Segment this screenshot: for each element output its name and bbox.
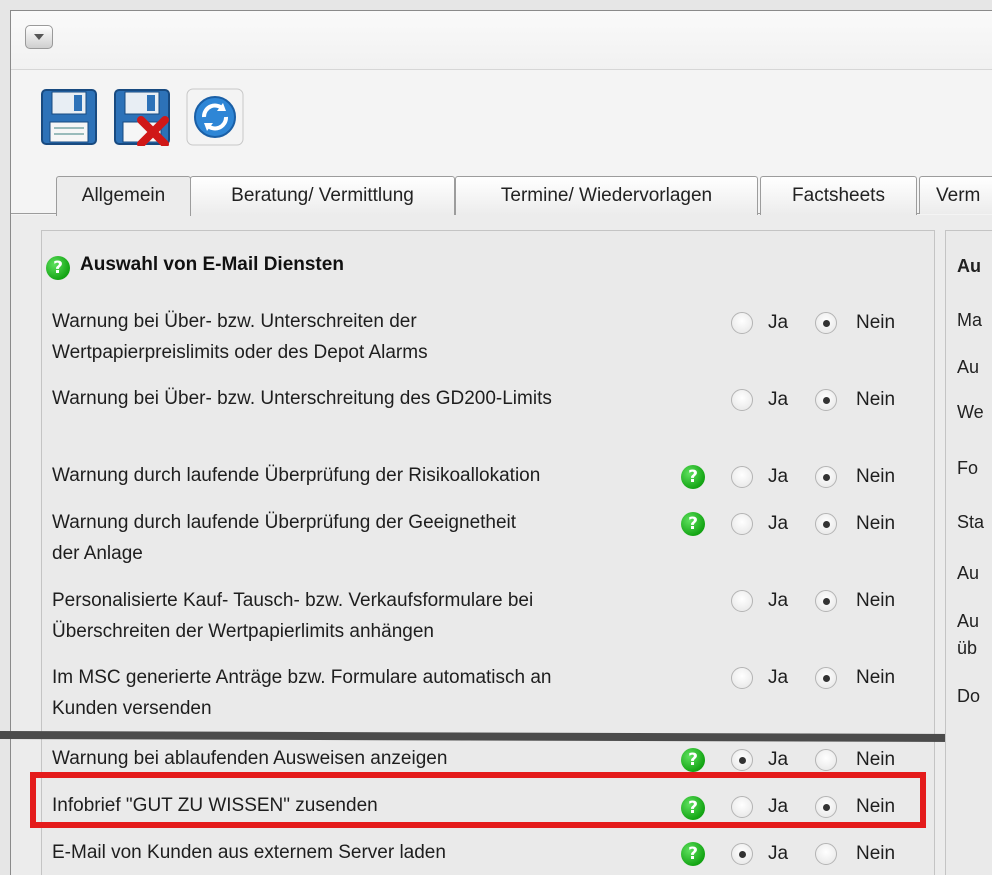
row-3-label: Warnung durch laufende Überprüfung der R… bbox=[52, 460, 540, 491]
row-6-nein-label: Nein bbox=[856, 667, 896, 688]
row-4-ja-radio[interactable] bbox=[731, 513, 753, 535]
tab-factsheets[interactable]: Factsheets bbox=[760, 176, 917, 215]
row-1-line-2: Wertpapierpreislimits oder des Depot Ala… bbox=[52, 342, 428, 363]
row-2-nein-label: Nein bbox=[856, 389, 896, 410]
help-icon[interactable]: ? bbox=[681, 512, 705, 536]
refresh-button[interactable] bbox=[186, 88, 244, 146]
row-5-ja-label: Ja bbox=[768, 590, 789, 611]
right-panel-item: Sta bbox=[957, 512, 985, 532]
row-5-label: Personalisierte Kauf- Tausch- bzw. Verka… bbox=[52, 585, 533, 647]
row-7-nein-label: Nein bbox=[856, 749, 896, 770]
row-1-ja-label: Ja bbox=[768, 312, 789, 333]
row-1-nein-radio[interactable] bbox=[815, 312, 837, 334]
row-4-label: Warnung durch laufende Überprüfung der G… bbox=[52, 507, 516, 569]
right-panel-item: Au bbox=[957, 357, 980, 377]
right-panel-item: Ma bbox=[957, 310, 983, 330]
title-bar bbox=[11, 11, 992, 70]
row-2-ja-radio[interactable] bbox=[731, 389, 753, 411]
row-5-line-2: Überschreiten der Wertpapierlimits anhän… bbox=[52, 621, 434, 642]
help-icon[interactable]: ? bbox=[681, 842, 705, 866]
row-1-line-1: Warnung bei Über- bzw. Unterschreiten de… bbox=[52, 311, 417, 332]
row-9-nein-label: Nein bbox=[856, 843, 896, 864]
tab-allgemein[interactable]: Allgemein bbox=[56, 176, 191, 216]
tab-verm[interactable]: Verm bbox=[919, 176, 992, 214]
row-2-ja-label: Ja bbox=[768, 389, 789, 410]
row-4-nein-label: Nein bbox=[856, 513, 896, 534]
row-6-nein-radio[interactable] bbox=[815, 667, 837, 689]
row-6-line-2: Kunden versenden bbox=[52, 698, 212, 719]
row-7-ja-label: Ja bbox=[768, 749, 789, 770]
section-title: Auswahl von E-Mail Diensten bbox=[80, 254, 344, 275]
right-panel-item: üb bbox=[957, 638, 978, 658]
row-7-ja-radio[interactable] bbox=[731, 749, 753, 771]
row-5-nein-radio[interactable] bbox=[815, 590, 837, 612]
window-menu-button[interactable] bbox=[25, 25, 53, 49]
row-6-line-1: Im MSC generierte Anträge bzw. Formulare… bbox=[52, 667, 552, 688]
highlight-box bbox=[30, 772, 926, 828]
row-3-nein-label: Nein bbox=[856, 466, 896, 487]
save-and-close-button[interactable] bbox=[113, 88, 171, 148]
row-9-label: E-Mail von Kunden aus externem Server la… bbox=[52, 837, 446, 868]
row-6-ja-label: Ja bbox=[768, 667, 789, 688]
save-icon bbox=[41, 89, 97, 145]
row-4-ja-label: Ja bbox=[768, 513, 789, 534]
row-1-ja-radio[interactable] bbox=[731, 312, 753, 334]
row-5-line-1: Personalisierte Kauf- Tausch- bzw. Verka… bbox=[52, 590, 534, 611]
row-3-nein-radio[interactable] bbox=[815, 466, 837, 488]
row-1-label: Warnung bei Über- bzw. Unterschreiten de… bbox=[52, 306, 428, 368]
row-9-nein-radio[interactable] bbox=[815, 843, 837, 865]
row-1-nein-label: Nein bbox=[856, 312, 896, 333]
row-5-nein-label: Nein bbox=[856, 590, 896, 611]
row-4-nein-radio[interactable] bbox=[815, 513, 837, 535]
right-panel-item: Au bbox=[957, 563, 980, 583]
row-2-nein-radio[interactable] bbox=[815, 389, 837, 411]
row-3-ja-radio[interactable] bbox=[731, 466, 753, 488]
chevron-down-icon bbox=[34, 34, 44, 40]
right-panel-item: Fo bbox=[957, 458, 979, 478]
help-icon[interactable]: ? bbox=[681, 465, 705, 489]
tab-baseline-left bbox=[11, 213, 56, 214]
row-6-label: Im MSC generierte Anträge bzw. Formulare… bbox=[52, 662, 552, 724]
right-panel-item: Au bbox=[957, 611, 980, 631]
save-button[interactable] bbox=[40, 88, 98, 146]
row-9-line-1: E-Mail von Kunden aus externem Server la… bbox=[52, 842, 446, 863]
right-panel-title: Au bbox=[957, 256, 981, 276]
row-9-ja-radio[interactable] bbox=[731, 843, 753, 865]
row-3-line-1: Warnung durch laufende Überprüfung der R… bbox=[52, 465, 541, 486]
row-7-label: Warnung bei ablaufenden Ausweisen anzeig… bbox=[52, 743, 447, 774]
right-panel-item: We bbox=[957, 402, 984, 422]
row-7-nein-radio[interactable] bbox=[815, 749, 837, 771]
refresh-icon bbox=[186, 88, 244, 146]
row-2-line-1: Warnung bei Über- bzw. Unterschreitung d… bbox=[52, 388, 552, 409]
right-panel-item: Do bbox=[957, 686, 981, 706]
row-9-ja-label: Ja bbox=[768, 843, 789, 864]
tab-beratung-vermittlung[interactable]: Beratung/ Vermittlung bbox=[190, 176, 455, 215]
row-4-line-1: Warnung durch laufende Überprüfung der G… bbox=[52, 512, 517, 533]
row-7-line-1: Warnung bei ablaufenden Ausweisen anzeig… bbox=[52, 748, 448, 769]
row-3-ja-label: Ja bbox=[768, 466, 789, 487]
save-discard-icon bbox=[114, 89, 170, 148]
row-6-ja-radio[interactable] bbox=[731, 667, 753, 689]
tab-termine-wiedervorlagen[interactable]: Termine/ Wiedervorlagen bbox=[455, 176, 758, 215]
row-5-ja-radio[interactable] bbox=[731, 590, 753, 612]
row-4-line-2: der Anlage bbox=[52, 543, 143, 564]
help-icon[interactable]: ? bbox=[681, 748, 705, 772]
row-2-label: Warnung bei Über- bzw. Unterschreitung d… bbox=[52, 383, 552, 414]
help-icon[interactable]: ? bbox=[46, 256, 70, 280]
